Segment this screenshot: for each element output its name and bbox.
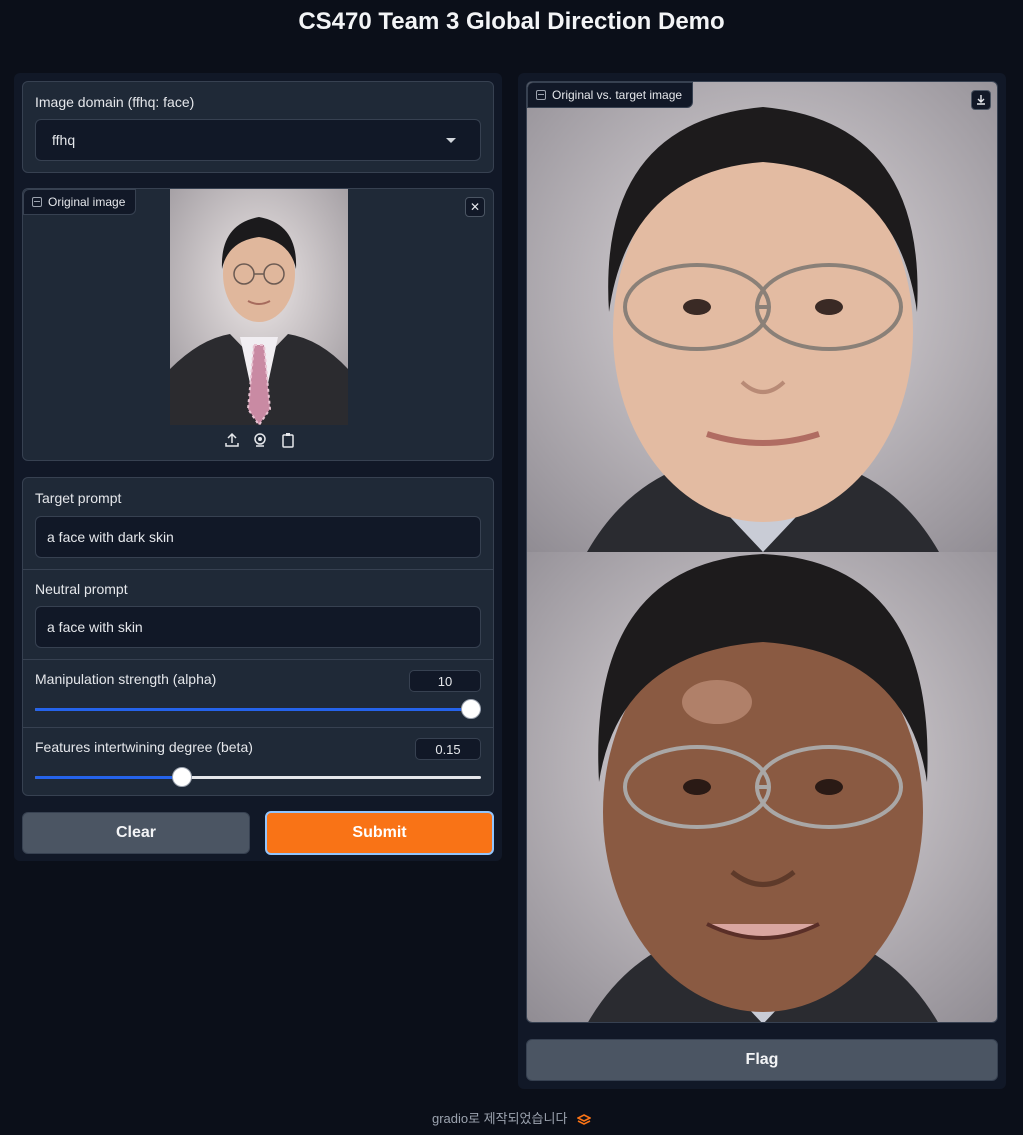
output-image-label: Original vs. target image	[527, 82, 694, 108]
beta-slider-fill	[35, 776, 183, 779]
flag-button[interactable]: Flag	[526, 1039, 998, 1081]
alpha-slider-thumb[interactable]	[461, 699, 481, 719]
chevron-down-icon	[446, 138, 456, 143]
download-icon[interactable]	[971, 90, 991, 110]
domain-label: Image domain (ffhq: face)	[35, 94, 195, 110]
input-panel: Image domain (ffhq: face) ffhq Original …	[14, 73, 502, 861]
divider	[23, 727, 493, 728]
submit-button[interactable]: Submit	[265, 811, 494, 855]
clipboard-icon[interactable]	[280, 432, 296, 448]
beta-slider[interactable]	[35, 767, 481, 787]
output-image-block: Original vs. target image	[526, 81, 998, 1023]
footer: gradio로 제작되었습니다	[0, 1108, 1023, 1127]
divider	[23, 569, 493, 570]
output-image	[527, 82, 997, 1022]
original-image	[170, 189, 348, 425]
beta-slider-thumb[interactable]	[172, 767, 193, 787]
original-image-label: Original image	[23, 189, 137, 215]
clear-button[interactable]: Clear	[22, 812, 250, 854]
alpha-slider[interactable]	[35, 699, 481, 719]
image-source-toolbar	[220, 430, 300, 450]
page-title: CS470 Team 3 Global Direction Demo	[298, 8, 725, 35]
alpha-slider-fill	[35, 708, 481, 711]
original-image-block: Original image ✕	[22, 188, 494, 461]
target-prompt-label: Target prompt	[35, 490, 122, 506]
alpha-label: Manipulation strength (alpha)	[35, 671, 217, 687]
image-icon	[32, 197, 42, 207]
webcam-icon[interactable]	[252, 432, 268, 448]
beta-number-input[interactable]: 0.15	[415, 738, 481, 760]
alpha-number-input[interactable]: 10	[409, 670, 481, 692]
output-panel: Original vs. target image Flag	[518, 73, 1006, 1089]
beta-label: Features intertwining degree (beta)	[35, 739, 253, 755]
divider	[23, 659, 493, 660]
image-icon	[536, 90, 546, 100]
upload-icon[interactable]	[224, 432, 240, 448]
neutral-prompt-input[interactable]: a face with skin	[35, 606, 481, 648]
domain-block: Image domain (ffhq: face) ffhq	[22, 81, 494, 173]
footer-text: gradio로 제작되었습니다	[431, 1111, 568, 1126]
target-prompt-input[interactable]: a face with dark skin	[35, 516, 481, 558]
gradio-logo-icon[interactable]	[576, 1113, 592, 1126]
domain-select-value: ffhq	[52, 132, 76, 148]
settings-block: Target prompt a face with dark skin Neut…	[22, 477, 494, 796]
close-icon[interactable]: ✕	[465, 197, 485, 217]
neutral-prompt-label: Neutral prompt	[35, 581, 128, 597]
domain-select[interactable]: ffhq	[35, 119, 481, 161]
